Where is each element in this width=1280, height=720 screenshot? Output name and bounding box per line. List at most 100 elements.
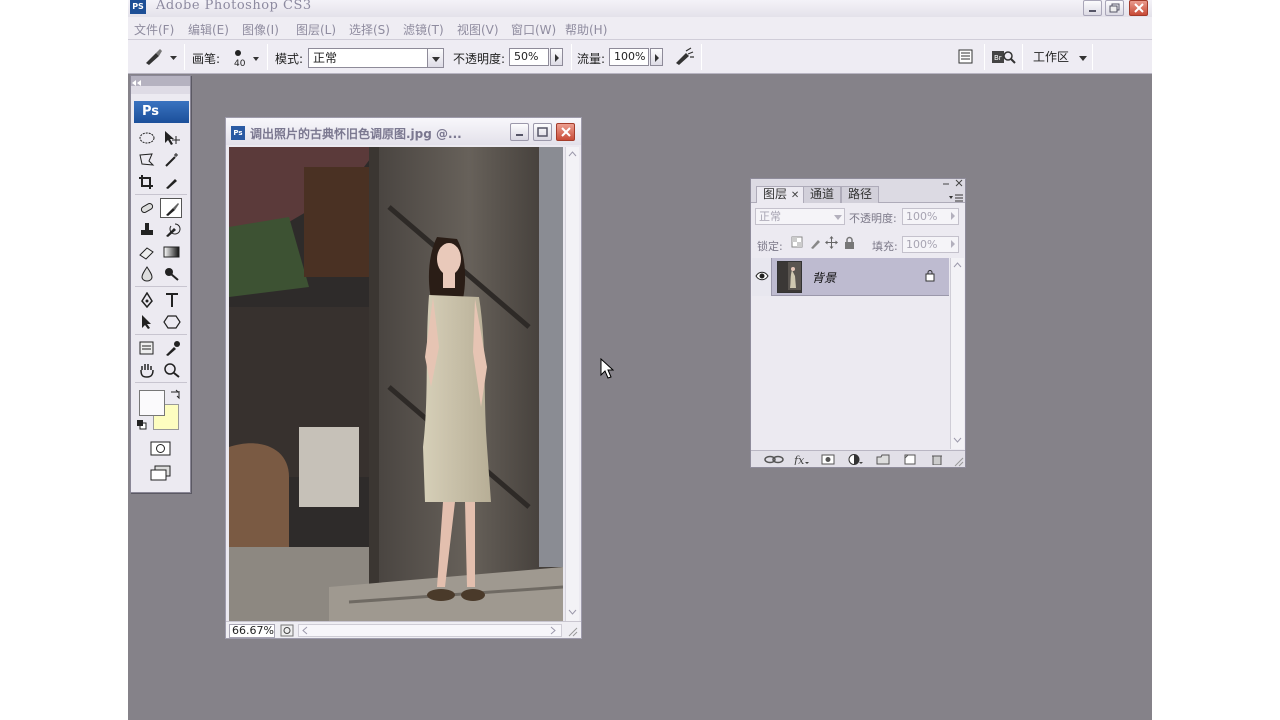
workspace-menu[interactable]: 工作区 [1033,48,1087,65]
menu-help[interactable]: 帮助(H) [565,21,607,38]
eraser-tool[interactable] [136,242,158,262]
photoshop-logo[interactable]: Ps [134,101,189,123]
scroll-down-icon[interactable] [566,605,579,619]
document-status-bar: 66.67% [226,621,581,638]
menu-layer[interactable]: 图层(L) [296,21,336,38]
separator [1092,44,1093,70]
screen-mode-button[interactable] [149,464,175,484]
foreground-color-fill[interactable] [139,390,165,416]
mode-select[interactable]: 正常 [308,48,444,68]
lock-all-icon[interactable] [843,236,856,249]
lock-position-icon[interactable] [825,236,838,249]
scroll-down-icon[interactable] [951,433,964,447]
type-tool[interactable] [161,290,183,310]
opacity-input[interactable]: 50% [509,48,549,66]
panel-menu-icon[interactable] [948,193,964,203]
toolbox-header[interactable] [131,76,190,86]
scroll-up-icon[interactable] [951,258,964,272]
tool-preset-picker[interactable] [142,47,180,69]
close-icon[interactable]: ✕ [791,190,799,201]
magic-wand-icon [165,153,178,167]
menu-edit[interactable]: 编辑(E) [188,21,229,38]
document-title-bar[interactable]: Ps 调出照片的古典怀旧色调原图.jpg @... [226,118,581,145]
layer-visibility-toggle[interactable] [752,258,772,296]
brush-tool[interactable] [160,198,182,218]
toolbox-grip[interactable] [131,86,190,94]
clone-stamp-tool[interactable] [136,220,158,240]
airbrush-button[interactable] [672,46,696,68]
crop-tool[interactable] [136,172,158,192]
add-mask-icon[interactable] [821,454,835,465]
default-colors-icon[interactable] [137,420,147,430]
doc-maximize-button[interactable] [533,123,552,141]
path-selection-tool[interactable] [136,312,158,332]
layer-row[interactable]: 背景 [752,258,949,296]
bridge-button[interactable]: Br [990,47,1018,67]
tab-channels[interactable]: 通道 [803,186,842,203]
scroll-up-icon[interactable] [566,147,579,161]
shape-tool[interactable] [161,312,183,332]
menu-select[interactable]: 选择(S) [349,21,390,38]
status-info-icon[interactable] [280,624,294,637]
tab-layers[interactable]: 图层 ✕ [756,186,807,203]
palette-well-button[interactable] [956,48,976,66]
lock-pixels-icon[interactable] [809,236,822,249]
fill-input[interactable]: 100% [902,236,959,253]
burn-tool[interactable] [161,264,183,284]
quick-mask-button[interactable] [149,440,173,458]
brush-picker[interactable]: 40 [228,45,264,71]
eyedropper-tool[interactable] [161,338,183,358]
marquee-tool[interactable] [136,128,158,148]
flow-input[interactable]: 100% [609,48,649,66]
layers-scrollbar[interactable] [950,258,964,449]
adjustment-layer-icon[interactable] [848,454,864,465]
notes-tool[interactable] [136,338,158,358]
close-button[interactable] [1129,0,1148,16]
document-vertical-scrollbar[interactable] [565,147,579,621]
resize-grip-icon[interactable] [952,455,964,467]
slice-tool[interactable] [161,172,183,192]
menu-filter[interactable]: 滤镜(T) [403,21,444,38]
spot-healing-tool[interactable] [136,198,158,218]
panel-collapse-icon[interactable] [941,180,951,188]
document-horizontal-scrollbar[interactable] [298,624,562,637]
minimize-button[interactable] [1083,0,1102,16]
link-layers-icon[interactable] [764,454,784,465]
lasso-tool[interactable] [136,150,158,170]
zoom-level-field[interactable]: 66.67% [229,624,275,638]
menu-image[interactable]: 图像(I) [242,21,279,38]
scroll-right-icon[interactable] [547,625,559,636]
blur-tool[interactable] [136,264,158,284]
new-group-icon[interactable] [876,454,890,465]
zoom-tool[interactable] [161,360,183,380]
photo-canvas[interactable] [229,147,563,621]
magic-wand-tool[interactable] [161,150,183,170]
menu-window[interactable]: 窗口(W) [511,21,556,38]
fx-icon[interactable]: fx [793,454,809,465]
swap-colors-icon[interactable] [169,388,181,400]
document-window: Ps 调出照片的古典怀旧色调原图.jpg @... 66.67% [225,117,582,639]
pen-tool[interactable] [136,290,158,310]
panel-close-icon[interactable] [954,179,964,188]
menu-view[interactable]: 视图(V) [457,21,499,38]
flow-slider-button[interactable] [650,48,663,66]
blend-mode-select[interactable]: 正常 [755,208,845,225]
resize-grip-icon[interactable] [566,625,578,637]
move-tool[interactable] [161,128,183,148]
toolbox-divider [135,382,187,383]
restore-button[interactable] [1105,0,1124,16]
lock-transparency-icon[interactable] [791,236,804,249]
new-layer-icon[interactable] [903,454,917,465]
scroll-left-icon[interactable] [299,625,311,636]
doc-minimize-button[interactable] [510,123,529,141]
restore-icon [1109,3,1120,13]
tab-paths[interactable]: 路径 [841,186,880,203]
menu-file[interactable]: 文件(F) [134,21,174,38]
trash-icon[interactable] [930,454,944,465]
gradient-tool[interactable] [161,242,183,262]
opacity-slider-button[interactable] [550,48,563,66]
layer-opacity-input[interactable]: 100% [902,208,959,225]
hand-tool[interactable] [136,360,158,380]
history-brush-tool[interactable] [161,220,183,240]
doc-close-button[interactable] [556,123,575,141]
